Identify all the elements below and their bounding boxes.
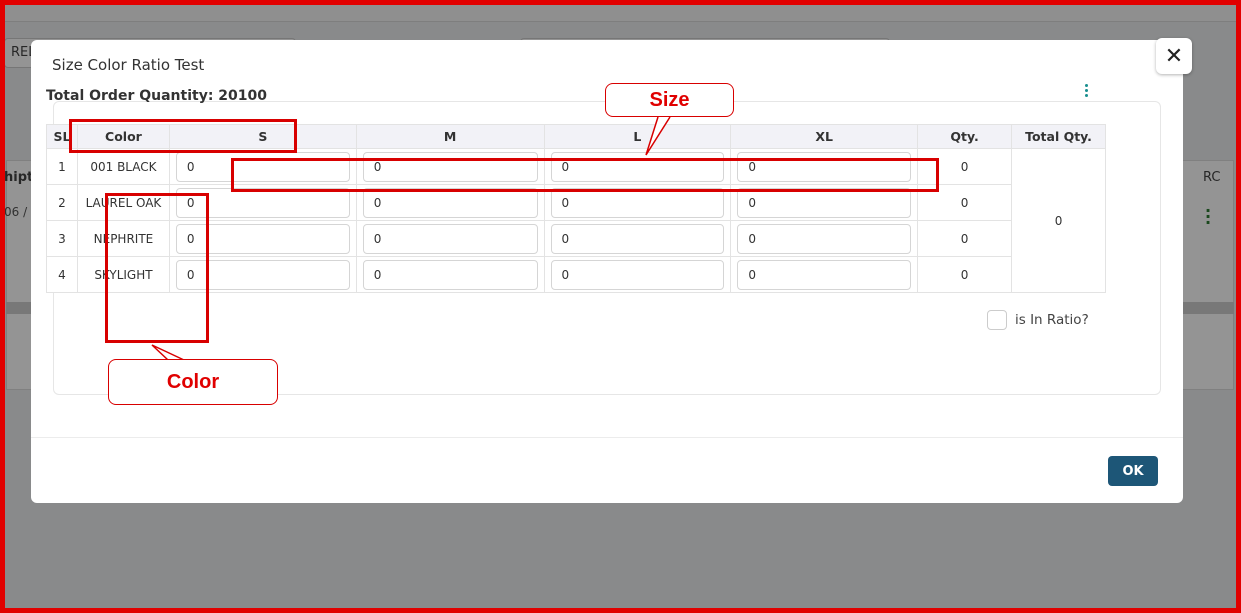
size-callout-pointer (645, 116, 671, 156)
size-callout: Size (605, 83, 734, 117)
color-callout-pointer (151, 344, 185, 361)
color-callout: Color (108, 359, 278, 405)
